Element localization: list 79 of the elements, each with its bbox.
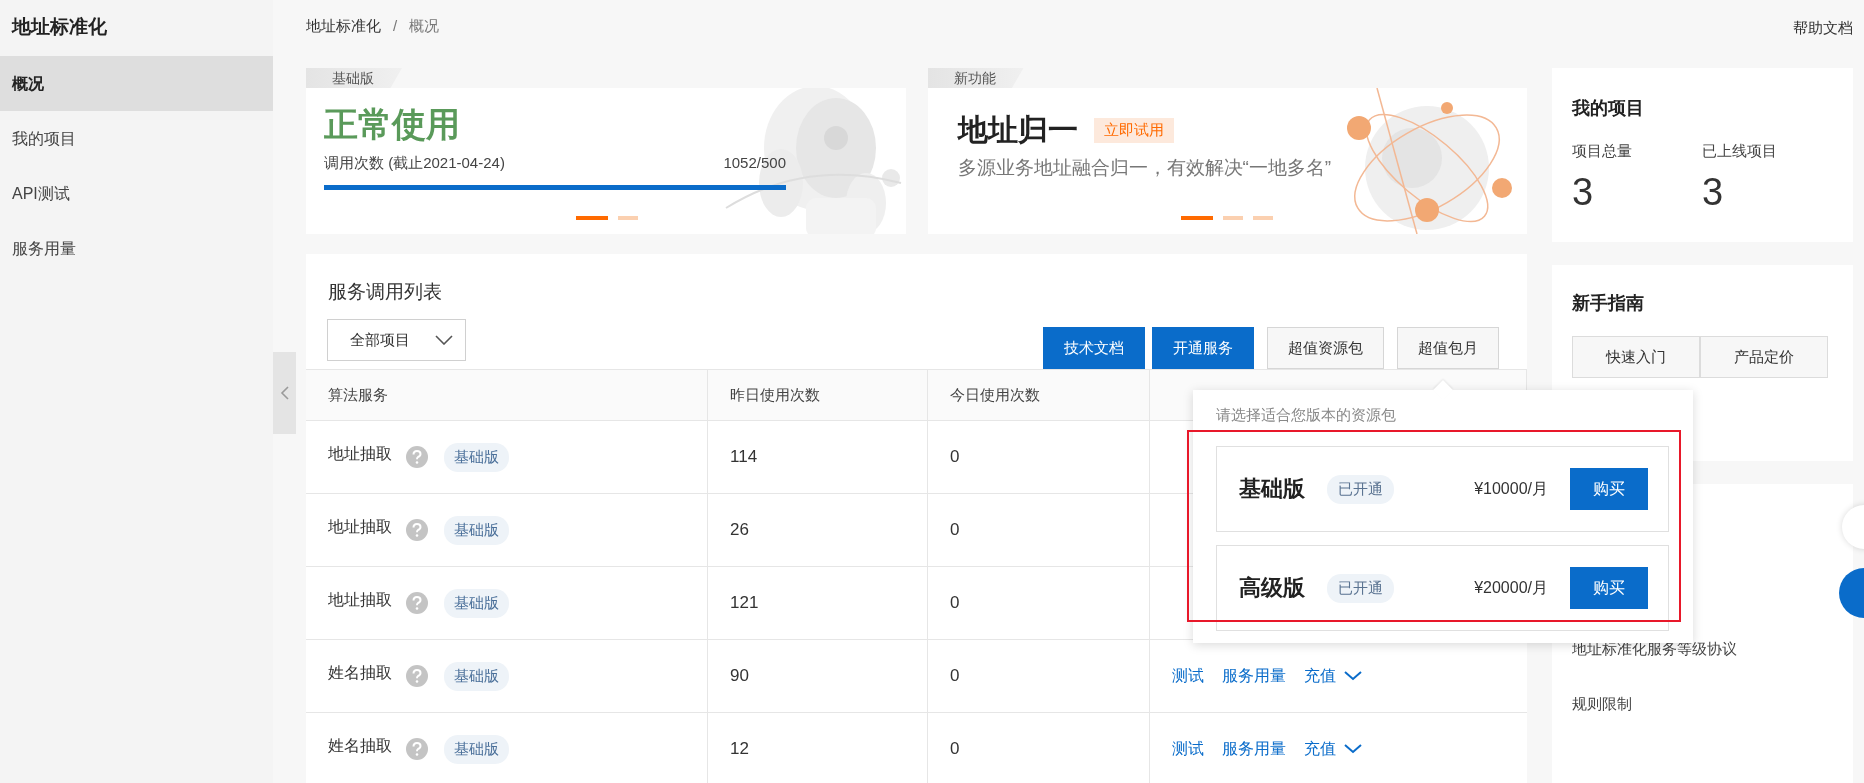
breadcrumb-item: 概况 xyxy=(409,17,440,36)
help-icon[interactable] xyxy=(406,738,428,760)
plan-price: ¥20000/月 xyxy=(1474,577,1548,598)
stat-value: 3 xyxy=(1702,171,1725,214)
edition-tag: 基础版 xyxy=(444,661,509,691)
action-link[interactable]: 充值 xyxy=(1304,665,1336,687)
table-cell: 0 xyxy=(928,421,1150,493)
feature-subtitle: 多源业务地址融合归一，有效解决“一地多名” xyxy=(957,156,1333,180)
action-button[interactable]: 技术文档 xyxy=(1043,327,1145,369)
service-name: 姓名抽取 xyxy=(328,735,392,756)
action-link[interactable]: 充值 xyxy=(1304,738,1336,760)
help-icon[interactable] xyxy=(406,446,428,468)
column-header: 昨日使用次数 xyxy=(708,370,928,420)
table-cell: 26 xyxy=(708,494,928,566)
stat-label: 项目总量 xyxy=(1572,142,1633,161)
stat-value: 3 xyxy=(1572,171,1595,214)
plan-name: 高级版 xyxy=(1239,574,1306,602)
usage-reading: 1052/500 xyxy=(723,154,786,173)
sidebar-item[interactable]: API测试 xyxy=(0,166,273,221)
table-cell: 0 xyxy=(928,567,1150,639)
buy-button[interactable]: 购买 xyxy=(1570,567,1648,609)
plan-status: 已开通 xyxy=(1327,573,1394,603)
breadcrumb-item[interactable]: 地址标准化 xyxy=(306,17,381,68)
plan-name: 基础版 xyxy=(1239,475,1306,503)
popover-title: 请选择适合您版本的资源包 xyxy=(1216,406,1397,425)
doc-link[interactable]: 地址标准化服务等级协议 xyxy=(1572,640,1833,659)
chevron-down-icon[interactable] xyxy=(1344,671,1362,681)
edition-tag: 基础版 xyxy=(444,734,509,764)
help-icon[interactable] xyxy=(406,592,428,614)
edition-tag: 基础版 xyxy=(444,515,509,545)
chevron-down-icon[interactable] xyxy=(1344,744,1362,754)
action-button[interactable]: 开通服务 xyxy=(1152,327,1254,369)
table-cell: 121 xyxy=(708,567,928,639)
doc-link[interactable]: 规则限制 xyxy=(1572,695,1833,714)
edition-tag: 基础版 xyxy=(444,588,509,618)
plan-status: 已开通 xyxy=(1327,474,1394,504)
guide-button[interactable]: 快速入门 xyxy=(1572,336,1700,378)
feature-title: 地址归一 xyxy=(957,112,1078,148)
banner-tag: 基础版 xyxy=(306,68,402,88)
status-title: 正常使用 xyxy=(324,104,461,145)
help-icon[interactable] xyxy=(406,519,428,541)
table-cell: 12 xyxy=(708,713,928,783)
section-title: 服务调用列表 xyxy=(327,280,443,304)
service-name: 姓名抽取 xyxy=(328,662,392,683)
column-header: 算法服务 xyxy=(306,370,708,420)
table-cell: 90 xyxy=(708,640,928,712)
action-link[interactable]: 测试 xyxy=(1172,665,1204,687)
card-title: 我的项目 xyxy=(1572,97,1645,120)
column-header: 今日使用次数 xyxy=(928,370,1150,420)
service-name: 地址抽取 xyxy=(328,589,392,610)
help-link[interactable]: 帮助文档 xyxy=(1793,19,1853,68)
sidebar-item[interactable]: 我的项目 xyxy=(0,111,273,166)
usage-caption: 调用次数 (截止2021-04-24) xyxy=(324,154,505,173)
plan-price: ¥10000/月 xyxy=(1474,478,1548,499)
breadcrumb-separator: / xyxy=(393,17,398,36)
table-cell: 0 xyxy=(928,494,1150,566)
stat-label: 已上线项目 xyxy=(1702,142,1778,161)
action-link[interactable]: 服务用量 xyxy=(1222,665,1286,687)
help-icon[interactable] xyxy=(406,665,428,687)
collapse-handle[interactable] xyxy=(273,352,296,434)
sidebar-item[interactable]: 概况 xyxy=(0,56,273,111)
table-cell: 0 xyxy=(928,640,1150,712)
banner-tag: 新功能 xyxy=(927,68,1024,88)
action-link[interactable]: 服务用量 xyxy=(1222,738,1286,760)
sidebar-item[interactable]: 服务用量 xyxy=(0,221,273,276)
guide-button[interactable]: 产品定价 xyxy=(1700,336,1828,378)
action-button[interactable]: 超值包月 xyxy=(1397,327,1499,369)
table-cell: 0 xyxy=(928,713,1150,783)
app-title: 地址标准化 xyxy=(10,15,108,39)
service-name: 地址抽取 xyxy=(328,516,392,537)
action-button[interactable]: 超值资源包 xyxy=(1267,327,1384,369)
table-cell: 114 xyxy=(708,421,928,493)
service-name: 地址抽取 xyxy=(328,443,392,464)
card-title: 新手指南 xyxy=(1572,292,1645,315)
chevron-down-icon xyxy=(435,335,453,345)
action-link[interactable]: 测试 xyxy=(1172,738,1204,760)
edition-tag: 基础版 xyxy=(444,442,509,472)
buy-button[interactable]: 购买 xyxy=(1570,468,1648,510)
project-select[interactable]: 全部项目 xyxy=(327,319,466,361)
